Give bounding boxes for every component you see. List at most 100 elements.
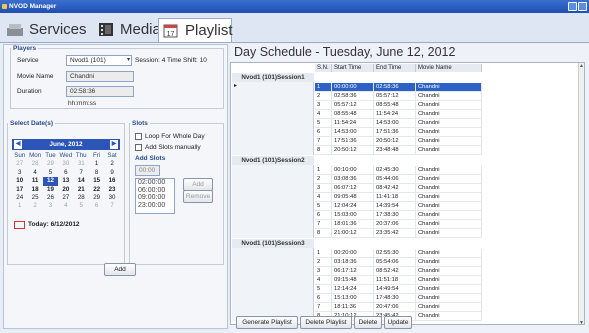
close-icon[interactable] [578, 2, 587, 11]
restore-icon[interactable] [568, 2, 577, 11]
session-group-label[interactable]: Nvod1 (101)Session1 [232, 73, 314, 82]
table-row[interactable]: 1 00:20:00 02:55:30 Chandni [315, 249, 482, 258]
calendar-day[interactable]: 23 [104, 186, 119, 194]
column-header-start[interactable]: Start Time [332, 64, 374, 72]
update-button[interactable]: Update [384, 316, 412, 329]
calendar-day[interactable]: 1 [89, 160, 104, 168]
calendar-day[interactable]: 10 [12, 177, 27, 185]
calendar-day[interactable]: 31 [74, 160, 89, 168]
calendar-day[interactable]: 21 [74, 186, 89, 194]
delete-button[interactable]: Delete [354, 316, 382, 329]
calendar-day[interactable]: 30 [58, 160, 73, 168]
manual-slots-checkbox[interactable] [135, 144, 142, 151]
calendar-day[interactable]: 3 [12, 169, 27, 177]
calendar-day[interactable]: 26 [43, 194, 58, 202]
table-row[interactable]: 3 05:57:12 08:55:48 Chandni [315, 101, 482, 110]
schedule-grid[interactable]: S.N. Start Time End Time Movie Name Nvod… [230, 62, 585, 325]
row-selector-column[interactable] [232, 165, 314, 238]
grid-scrollbar[interactable]: ▲ ▼ [578, 63, 584, 324]
duration-field[interactable]: 02:58:36 [66, 86, 134, 97]
calendar-day[interactable]: 17 [12, 186, 27, 194]
table-row[interactable]: 1 00:10:00 02:45:30 Chandni [315, 166, 482, 175]
column-header-sn[interactable]: S.N. [315, 64, 332, 72]
session-group-label[interactable]: Nvod1 (101)Session3 [232, 239, 314, 248]
table-row[interactable]: 6 15:13:00 17:48:30 Chandni [315, 294, 482, 303]
delete-playlist-button[interactable]: Delete Playlist [300, 316, 352, 329]
calendar-day[interactable]: 11 [27, 177, 42, 185]
calendar-day[interactable]: 2 [27, 202, 42, 210]
calendar-day[interactable]: 7 [104, 202, 119, 210]
calendar-day[interactable]: 18 [27, 186, 42, 194]
scroll-up-icon[interactable]: ▲ [579, 63, 584, 69]
calendar-day[interactable]: 29 [43, 160, 58, 168]
table-row[interactable]: 8 21:00:12 23:35:42 Chandni [315, 229, 482, 238]
slot-item[interactable]: 23:00:00 [138, 202, 174, 210]
calendar-day[interactable]: 4 [58, 202, 73, 210]
calendar-day[interactable]: 1 [12, 202, 27, 210]
table-row[interactable]: 7 17:51:36 20:50:12 Chandni [315, 137, 482, 146]
table-row[interactable]: 8 20:50:12 23:48:48 Chandni [315, 146, 482, 155]
scroll-down-icon[interactable]: ▼ [579, 320, 584, 324]
table-row[interactable]: 5 12:14:24 14:49:54 Chandni [315, 285, 482, 294]
table-row[interactable]: 2 02:58:36 05:57:12 Chandni [315, 92, 482, 101]
calendar-day[interactable]: 5 [74, 202, 89, 210]
add-button[interactable]: Add [104, 263, 136, 276]
calendar-day[interactable]: 29 [89, 194, 104, 202]
slot-item[interactable]: 09:00:00 [138, 194, 174, 202]
table-row[interactable]: 7 18:01:36 20:37:06 Chandni [315, 220, 482, 229]
row-selector-column[interactable] [232, 248, 314, 321]
calendar-day[interactable]: 25 [27, 194, 42, 202]
calendar-day[interactable]: 14 [74, 177, 89, 185]
slot-item[interactable]: 06:00:00 [138, 187, 174, 195]
table-row[interactable]: 6 14:53:00 17:51:36 Chandni [315, 128, 482, 137]
calendar-day[interactable]: 2 [104, 160, 119, 168]
remove-slot-button[interactable]: Remove [183, 190, 213, 203]
session-group-label[interactable]: Nvod1 (101)Session2 [232, 156, 314, 165]
calendar-day[interactable]: 5 [43, 169, 58, 177]
table-row[interactable]: 4 09:15:48 11:51:18 Chandni [315, 276, 482, 285]
slot-time-input[interactable]: 00:00 [135, 165, 160, 176]
table-row[interactable]: 3 06:17:12 08:52:42 Chandni [315, 267, 482, 276]
calendar-day[interactable]: 20 [58, 186, 73, 194]
calendar-day[interactable]: 6 [89, 202, 104, 210]
calendar-day[interactable]: 9 [104, 169, 119, 177]
table-row[interactable]: 7 18:11:36 20:47:06 Chandni [315, 303, 482, 312]
table-row[interactable]: 4 08:55:48 11:54:24 Chandni [315, 110, 482, 119]
service-select[interactable]: Nvod1 (101) ▾ [66, 55, 132, 66]
table-row[interactable]: 1 00:00:00 02:58:36 Chandni [315, 83, 482, 92]
table-row[interactable]: 5 11:54:24 14:53:00 Chandni [315, 119, 482, 128]
calendar-day[interactable]: 8 [89, 169, 104, 177]
calendar-day[interactable]: 7 [74, 169, 89, 177]
next-month-icon[interactable]: ▶ [110, 140, 118, 149]
table-row[interactable]: 2 03:08:36 05:44:06 Chandni [315, 175, 482, 184]
calendar-day[interactable]: 22 [89, 186, 104, 194]
calendar-day[interactable]: 3 [43, 202, 58, 210]
calendar-day[interactable]: 28 [74, 194, 89, 202]
calendar-day[interactable]: 24 [12, 194, 27, 202]
loop-checkbox[interactable] [135, 133, 142, 140]
calendar-day[interactable]: 27 [12, 160, 27, 168]
row-selector-column[interactable] [232, 82, 314, 155]
today-link[interactable]: Today: 6/12/2012 [14, 221, 80, 229]
tab-services[interactable]: Services [3, 18, 87, 42]
table-row[interactable]: 5 12:04:24 14:39:54 Chandni [315, 202, 482, 211]
table-row[interactable]: 2 03:18:36 05:54:06 Chandni [315, 258, 482, 267]
table-row[interactable]: 6 15:03:00 17:38:30 Chandni [315, 211, 482, 220]
calendar-day[interactable]: 27 [58, 194, 73, 202]
calendar-day[interactable]: 19 [43, 186, 58, 194]
tab-playlist[interactable]: 17 Playlist [158, 18, 233, 42]
calendar-day[interactable]: 6 [58, 169, 73, 177]
slot-list[interactable]: 02:00:00 06:00:00 09:00:00 23:00:00 [135, 178, 175, 214]
calendar-day[interactable]: 13 [58, 177, 73, 185]
generate-playlist-button[interactable]: Generate Playlist [236, 316, 298, 329]
calendar-day[interactable]: 16 [104, 177, 119, 185]
calendar-day[interactable]: 12 [42, 177, 59, 186]
calendar-day[interactable]: 30 [104, 194, 119, 202]
column-header-end[interactable]: End Time [374, 64, 416, 72]
table-row[interactable]: 4 09:05:48 11:41:18 Chandni [315, 193, 482, 202]
slot-item[interactable]: 02:00:00 [138, 179, 174, 187]
table-row[interactable]: 3 06:07:12 08:42:42 Chandni [315, 184, 482, 193]
column-header-movie[interactable]: Movie Name [416, 64, 482, 72]
calendar-day[interactable]: 4 [27, 169, 42, 177]
calendar-day[interactable]: 15 [89, 177, 104, 185]
